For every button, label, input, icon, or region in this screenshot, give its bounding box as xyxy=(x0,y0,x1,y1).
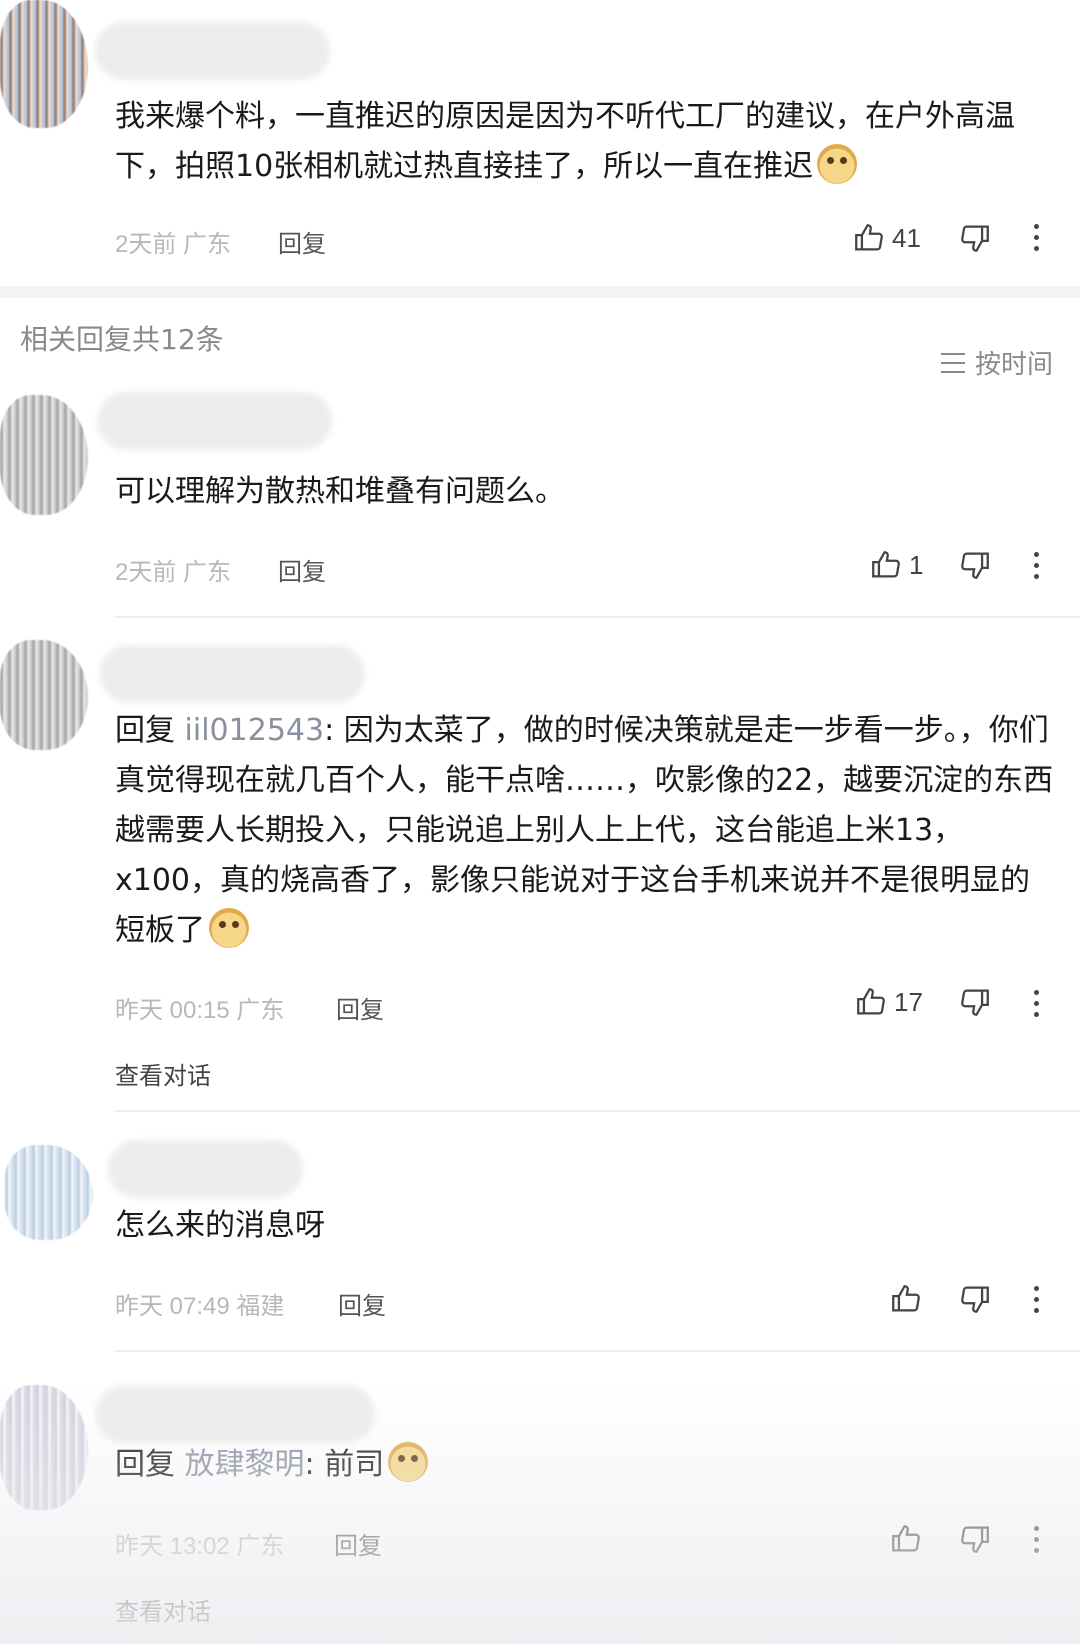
avatar[interactable] xyxy=(0,395,88,515)
dislike-button[interactable] xyxy=(958,1279,992,1319)
divider xyxy=(115,616,1080,618)
avatar[interactable] xyxy=(0,1385,88,1510)
username-blurred[interactable] xyxy=(100,645,365,703)
timestamp: 昨天 07:49 xyxy=(115,1293,230,1320)
comment-thread: 我来爆个料，一直推迟的原因是因为不听代工厂的建议，在户外高温下，拍照10张相机就… xyxy=(0,0,1080,1644)
reply-button[interactable]: 回复 xyxy=(338,1286,386,1321)
more-vertical-icon[interactable] xyxy=(1031,990,1041,1020)
like-count: 41 xyxy=(892,222,921,253)
thumbs-up-icon xyxy=(892,1525,920,1552)
reply-meta: 昨天 13:02 广东 xyxy=(115,1526,284,1561)
region: 广东 xyxy=(183,559,232,586)
like-count: 1 xyxy=(909,549,924,580)
region: 广东 xyxy=(183,231,232,258)
more-vertical-icon[interactable] xyxy=(1031,1286,1041,1316)
thumbs-down-icon xyxy=(961,225,989,252)
more-vertical-icon[interactable] xyxy=(1031,224,1041,254)
username-blurred[interactable] xyxy=(108,1140,303,1198)
reply-prefix: 回复 xyxy=(115,713,175,748)
reply-button[interactable]: 回复 xyxy=(278,552,326,587)
reply-button[interactable]: 回复 xyxy=(334,1526,382,1561)
view-conversation-link[interactable]: 查看对话 xyxy=(115,1056,211,1091)
username-blurred[interactable] xyxy=(95,22,330,80)
reply-text: 回复 iil012543: 因为太菜了，做的时候决策就是走一步看一步。，你们真觉… xyxy=(115,713,1054,948)
reply-meta: 昨天 00:15 广东 xyxy=(115,990,284,1025)
view-conversation-link[interactable]: 查看对话 xyxy=(115,1592,211,1627)
quoted-username[interactable]: iil012543 xyxy=(185,713,325,748)
more-vertical-icon[interactable] xyxy=(1031,1526,1041,1556)
thumbs-up-icon xyxy=(857,988,885,1015)
thumbs-down-icon xyxy=(961,989,989,1016)
doge-emoji-icon xyxy=(817,144,858,184)
reply-text: 可以理解为散热和堆叠有问题么。 xyxy=(115,474,565,509)
reply-meta: 昨天 07:49 福建 xyxy=(115,1286,284,1321)
replies-count-title: 相关回复共12条 xyxy=(20,323,224,356)
region: 福建 xyxy=(236,1293,285,1320)
reply-button[interactable]: 回复 xyxy=(278,224,326,259)
avatar[interactable] xyxy=(5,1145,93,1240)
region: 广东 xyxy=(236,997,285,1024)
dislike-button[interactable] xyxy=(958,1519,992,1559)
reply-prefix: 回复 xyxy=(115,1447,175,1482)
dislike-button[interactable] xyxy=(958,982,992,1022)
comment-meta: 2天前 广东 xyxy=(115,224,231,259)
thumbs-up-icon xyxy=(872,551,900,578)
divider xyxy=(115,1350,1080,1352)
doge-emoji-icon xyxy=(388,1442,429,1482)
timestamp: 2天前 xyxy=(115,559,177,586)
sort-label: 按时间 xyxy=(974,350,1053,380)
thumbs-up-icon xyxy=(892,1285,920,1312)
avatar[interactable] xyxy=(0,640,88,750)
comment-text: 我来爆个料，一直推迟的原因是因为不听代工厂的建议，在户外高温下，拍照10张相机就… xyxy=(115,99,1015,184)
reply-button[interactable]: 回复 xyxy=(336,990,384,1025)
like-count: 17 xyxy=(894,986,923,1017)
username-blurred[interactable] xyxy=(95,1385,375,1443)
like-button[interactable]: 41 xyxy=(852,218,921,258)
divider xyxy=(115,1110,1080,1112)
thumbs-down-icon xyxy=(961,1526,989,1553)
region: 广东 xyxy=(236,1533,285,1560)
like-button[interactable] xyxy=(889,1279,929,1319)
sort-by-time-button[interactable]: 按时间 xyxy=(940,344,1053,381)
reply-text: 怎么来的消息呀 xyxy=(115,1208,325,1243)
reply-text: 回复 放肆黎明: 前司 xyxy=(115,1440,1055,1490)
like-button[interactable] xyxy=(889,1519,929,1559)
doge-emoji-icon xyxy=(209,908,249,948)
like-button[interactable]: 17 xyxy=(854,982,923,1022)
avatar[interactable] xyxy=(0,0,88,128)
thumbs-down-icon xyxy=(961,552,989,579)
quoted-username[interactable]: 放肆黎明 xyxy=(185,1447,305,1482)
timestamp: 2天前 xyxy=(115,231,177,258)
like-button[interactable]: 1 xyxy=(869,545,923,585)
more-vertical-icon[interactable] xyxy=(1031,552,1041,582)
dislike-button[interactable] xyxy=(958,545,992,585)
username-blurred[interactable] xyxy=(97,392,332,450)
section-separator xyxy=(0,286,1080,298)
list-sort-icon xyxy=(940,352,965,373)
thumbs-down-icon xyxy=(961,1286,989,1313)
timestamp: 昨天 00:15 xyxy=(115,997,230,1024)
thumbs-up-icon xyxy=(855,224,883,251)
dislike-button[interactable] xyxy=(958,218,992,258)
reply-meta: 2天前 广东 xyxy=(115,552,231,587)
timestamp: 昨天 13:02 xyxy=(115,1533,230,1560)
